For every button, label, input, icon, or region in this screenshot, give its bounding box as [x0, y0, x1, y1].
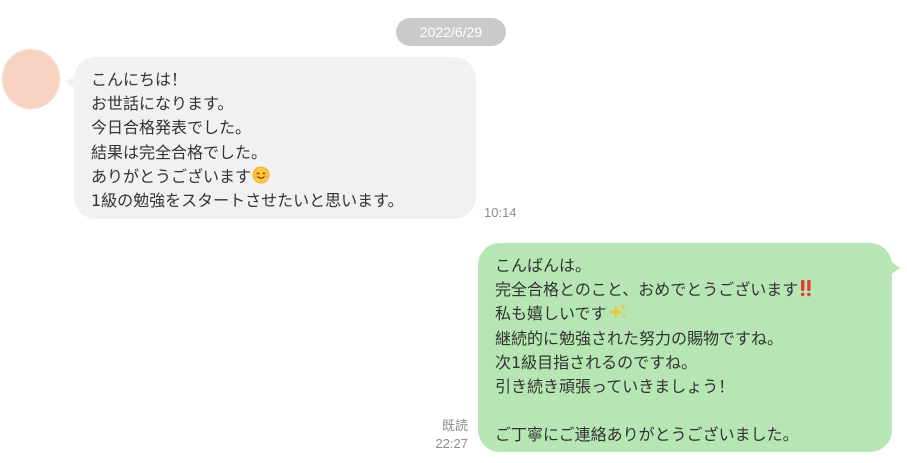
date-separator: 2022/6/29	[396, 18, 506, 46]
message-line: お世話になります。	[91, 94, 234, 114]
avatar[interactable]	[2, 49, 60, 109]
message-line: 次1級目指されるのですね。	[495, 352, 698, 372]
message-line-with-emoji: 完全合格とのこと、おめでとうございます	[495, 278, 892, 302]
smiling-face-icon	[252, 166, 270, 191]
message-line: 結果は完全合格でした。	[91, 142, 268, 162]
message-line-with-emoji: ありがとうございます	[91, 165, 476, 189]
read-status: 既読	[441, 418, 468, 433]
message-line-with-emoji: 私も嬉しいです	[495, 302, 892, 326]
read-receipt-block: 既読 22:27	[428, 417, 468, 453]
incoming-message-bubble[interactable]: こんにちは！ お世話になります。 今日合格発表でした。 結果は完全合格でした。 …	[66, 57, 476, 219]
message-line-text: 私も嬉しいです	[495, 304, 607, 324]
message-timestamp: 10:14	[484, 205, 517, 220]
message-line: こんばんは。	[495, 256, 592, 275]
message-line-text: ありがとうございます	[91, 166, 252, 186]
message-line: こんにちは！	[91, 70, 188, 89]
message-line: 今日合格発表でした。	[91, 118, 252, 138]
message-timestamp: 22:27	[435, 436, 468, 451]
outgoing-message-bubble[interactable]: こんばんは。 完全合格とのこと、おめでとうございます 私も嬉しいです 継続的に勉…	[478, 243, 900, 452]
message-line: 継続的に勉強された努力の賜物ですね。	[495, 328, 784, 348]
double-exclamation-icon	[799, 279, 813, 304]
message-line: 1級の勉強をスタートさせたいと思います。	[91, 190, 404, 210]
message-line-text: 完全合格とのこと、おめでとうございます	[495, 280, 799, 300]
message-line: ご丁寧にご連絡ありがとうございました。	[495, 425, 799, 445]
sparkles-icon	[608, 303, 628, 328]
message-line: 引き続き頑張っていきましょう！	[495, 376, 735, 396]
